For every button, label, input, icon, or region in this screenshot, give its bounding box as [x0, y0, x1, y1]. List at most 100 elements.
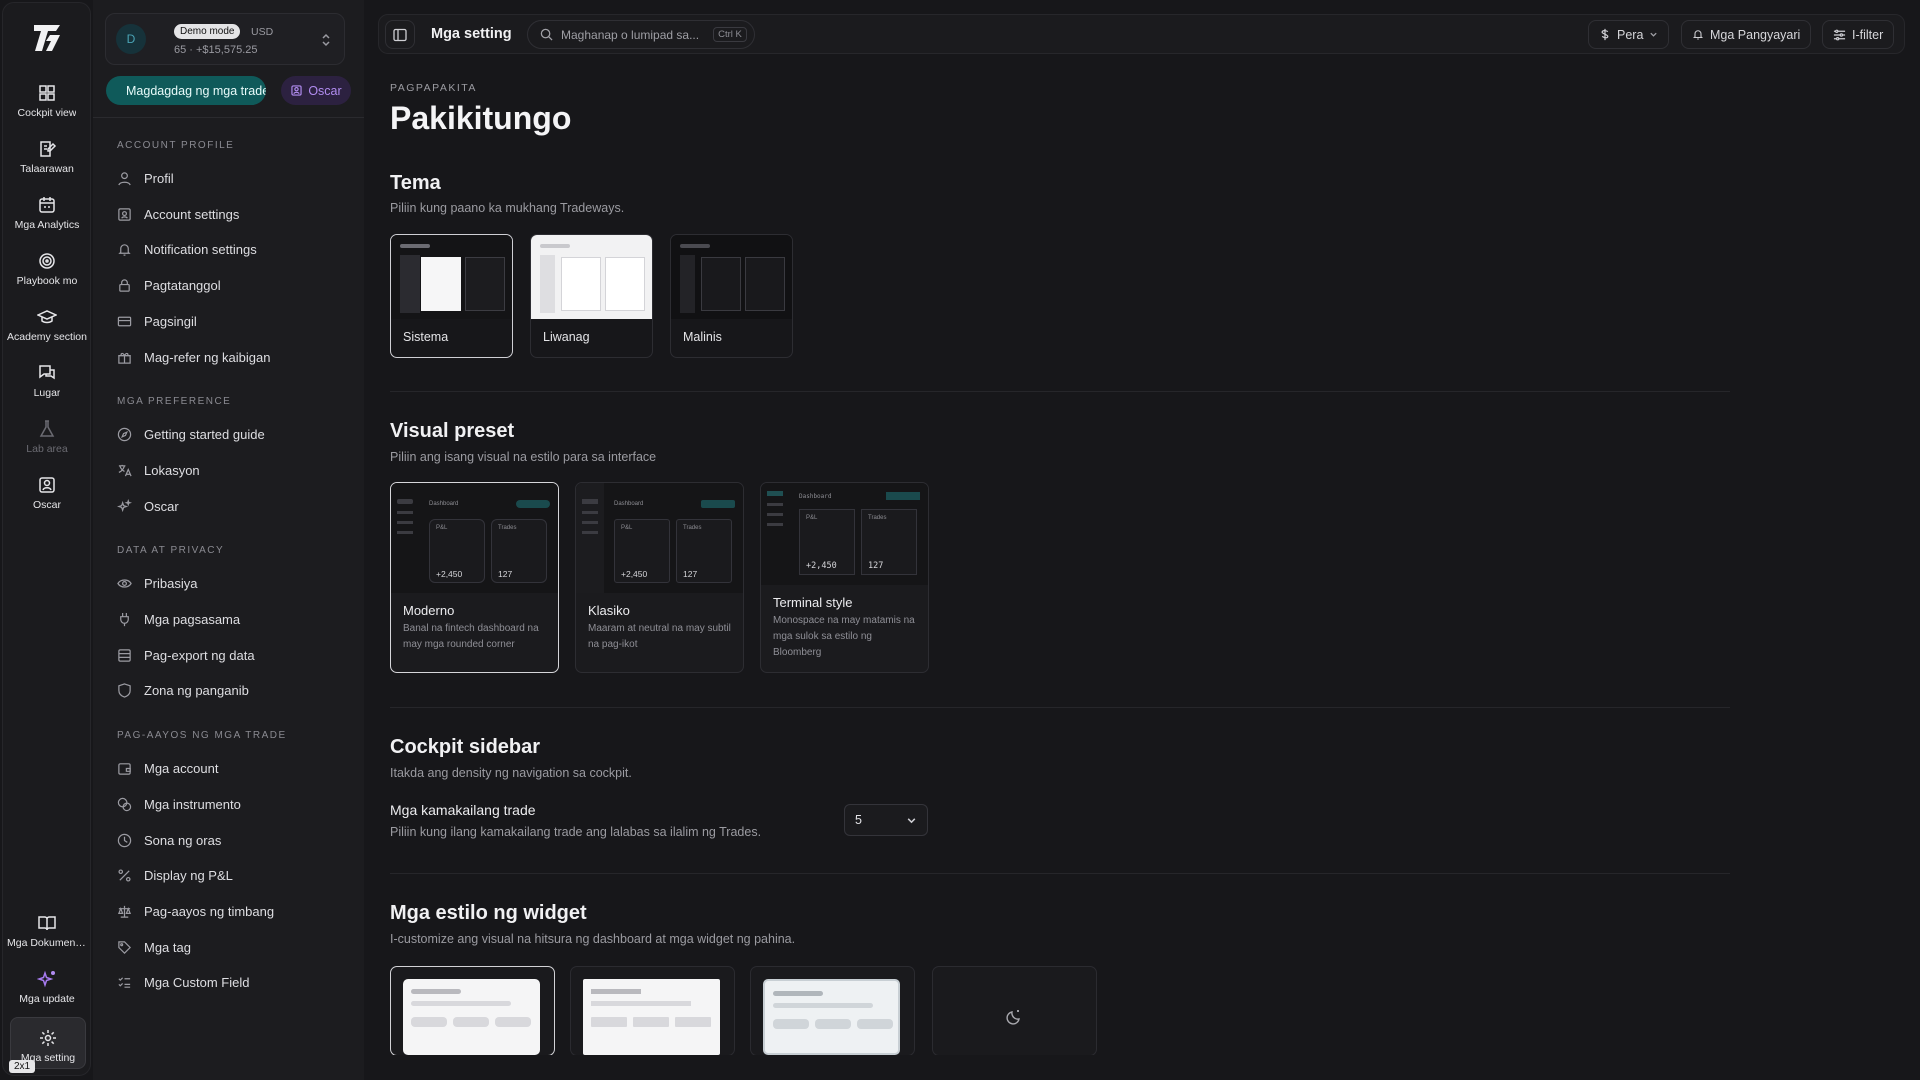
preset-option-klasiko[interactable]: Dashboard P&L Trades +2,450 127 Klasiko … — [575, 482, 744, 673]
widget-style-option[interactable] — [750, 966, 915, 1055]
nav-pagtatanggol[interactable]: Pagtatanggol — [109, 270, 349, 300]
nav-label: Oscar — [144, 498, 179, 514]
section-account-profile: ACCOUNT PROFILE — [117, 140, 235, 151]
translate-icon — [118, 464, 132, 476]
rail-academy[interactable]: Academy section — [5, 307, 89, 359]
rail-label: Mga update — [19, 993, 75, 1005]
rail-label: Mga Analytics — [14, 219, 80, 231]
avatar: D — [116, 24, 146, 54]
add-trades-label: Magdagdag ng mga trade — [126, 83, 266, 98]
theme-label: Liwanag — [543, 330, 590, 344]
nav-label: Mga instrumento — [144, 796, 241, 812]
theme-preview — [531, 235, 652, 319]
widget-style-dark-option[interactable] — [932, 966, 1097, 1055]
widget-style-option[interactable] — [390, 966, 555, 1055]
rail-docs[interactable]: Mga Dokumentasyon — [5, 913, 89, 965]
rail-cockpit[interactable]: Cockpit view — [5, 83, 89, 135]
oscar-button[interactable]: Oscar — [281, 76, 351, 105]
rail-label: Lugar — [33, 387, 61, 399]
theme-desc: Piliin kung paano ka mukhang Tradeways. — [390, 201, 625, 215]
nav-instruments[interactable]: Mga instrumento — [109, 789, 349, 819]
nav-pagsingil[interactable]: Pagsingil — [109, 306, 349, 336]
coins-icon — [117, 797, 132, 811]
nav-timezone[interactable]: Sona ng oras — [109, 825, 349, 855]
preview-pnl-label: P&L — [621, 525, 633, 531]
nav-pribasiya[interactable]: Pribasiya — [109, 568, 349, 598]
select-value: 5 — [855, 813, 862, 827]
sparkles-icon — [117, 498, 132, 512]
nav-notification-settings[interactable]: Notification settings — [109, 234, 349, 264]
preview-title: Dashboard — [614, 501, 644, 507]
shield-icon — [118, 682, 131, 698]
recent-trades-label: Mga kamakailang trade — [390, 802, 536, 818]
recent-trades-desc: Piliin kung ilang kamakailang trade ang … — [390, 825, 762, 839]
eye-icon — [117, 578, 132, 588]
nav-label: Lokasyon — [144, 462, 200, 478]
sparkle-icon — [37, 970, 55, 988]
recent-trades-select[interactable]: 5 — [844, 804, 928, 836]
nav-getting-started[interactable]: Getting started guide — [109, 419, 349, 449]
preset-preview: Dashboard P&L Trades +2,450 127 — [576, 483, 743, 593]
nav-pagsasama[interactable]: Mga pagsasama — [109, 604, 349, 634]
theme-option-malinis[interactable]: Malinis — [670, 234, 793, 358]
rail-journal[interactable]: Talaarawan — [5, 139, 89, 191]
rail-analytics[interactable]: Mga Analytics — [5, 195, 89, 247]
target-icon — [39, 253, 55, 269]
nav-label: Pribasiya — [144, 575, 198, 591]
nav-lokasyon[interactable]: Lokasyon — [109, 455, 349, 485]
nav-profil[interactable]: Profil — [109, 163, 349, 193]
filter-button[interactable]: I-filter — [1822, 20, 1895, 49]
preview-pnl-value: +2,450 — [621, 569, 648, 579]
nav-tags[interactable]: Mga tag — [109, 932, 349, 962]
nav-label: Mga Custom Field — [144, 974, 250, 990]
nav-pnl-display[interactable]: Display ng P&L — [109, 860, 349, 890]
section-trade-settings: PAG-AAYOS NG MGA TRADE — [117, 730, 287, 741]
nav-account-settings[interactable]: Account settings — [109, 199, 349, 229]
nav-export[interactable]: Pag-export ng data — [109, 640, 349, 670]
nav-label: Zona ng panganib — [144, 682, 249, 698]
nav-label: Pagtatanggol — [144, 277, 221, 293]
preset-option-terminal[interactable]: Dashboard P&L Trades +2,450 127 Terminal… — [760, 482, 929, 673]
tradeways-logo[interactable] — [31, 21, 65, 55]
preview-trades-label: Trades — [868, 515, 887, 521]
preset-preview: Dashboard P&L Trades +2,450 127 — [391, 483, 558, 593]
nav-oscar[interactable]: Oscar — [109, 491, 349, 521]
rail-label: Academy section — [7, 331, 87, 343]
nav-label: Mga pagsasama — [144, 611, 241, 627]
preview-trades-value: 127 — [868, 561, 884, 571]
widget-style-option[interactable] — [570, 966, 735, 1055]
preset-option-moderno[interactable]: Dashboard P&L Trades +2,450 127 Moderno … — [390, 482, 559, 673]
chat-icon — [39, 365, 55, 380]
rail-playbook[interactable]: Playbook mo — [5, 251, 89, 303]
divider — [390, 707, 1730, 708]
book-icon — [38, 916, 56, 931]
nav-accounts[interactable]: Mga account — [109, 753, 349, 783]
preview-trades-value: 127 — [683, 569, 698, 579]
theme-option-liwanag[interactable]: Liwanag — [530, 234, 653, 358]
preset-description: Maaram at neutral na may subtil na pag-i… — [588, 623, 731, 650]
rail-oscar[interactable]: Oscar — [5, 475, 89, 527]
widget-preview — [403, 979, 540, 1055]
nav-weighting[interactable]: Pag-aayos ng timbang — [109, 896, 349, 926]
rail-updates[interactable]: Mga update — [5, 969, 89, 1021]
preview-trades-label: Trades — [498, 525, 517, 531]
oscar-label: Oscar — [308, 83, 342, 98]
preset-desc: Piliin ang isang visual na estilo para s… — [390, 450, 657, 464]
widget-preview — [763, 979, 900, 1055]
nav-refer[interactable]: Mag-refer ng kaibigan — [109, 342, 349, 372]
rail-lugar[interactable]: Lugar — [5, 363, 89, 415]
currency-label: USD — [251, 26, 274, 38]
nav-danger-zone[interactable]: Zona ng panganib — [109, 675, 349, 705]
theme-option-sistema[interactable]: Sistema — [390, 234, 513, 358]
nav-label: Display ng P&L — [144, 867, 233, 883]
nav-custom-field[interactable]: Mga Custom Field — [109, 967, 349, 997]
nav-label: Mga tag — [144, 939, 191, 955]
icon-rail: Cockpit view Talaarawan Mga Analytics Pl… — [2, 2, 91, 1076]
rail-label: Oscar — [32, 499, 61, 511]
rail-lab[interactable]: Lab area — [5, 419, 89, 471]
rail-label: Lab area — [26, 443, 68, 455]
nav-label: Mga account — [144, 760, 219, 776]
page-title: Pakikitungo — [390, 100, 572, 136]
account-switcher[interactable]: D Demo mode USD 65 · +$15,575.25 — [105, 13, 345, 65]
add-trades-button[interactable]: Magdagdag ng mga trade — [106, 76, 266, 105]
